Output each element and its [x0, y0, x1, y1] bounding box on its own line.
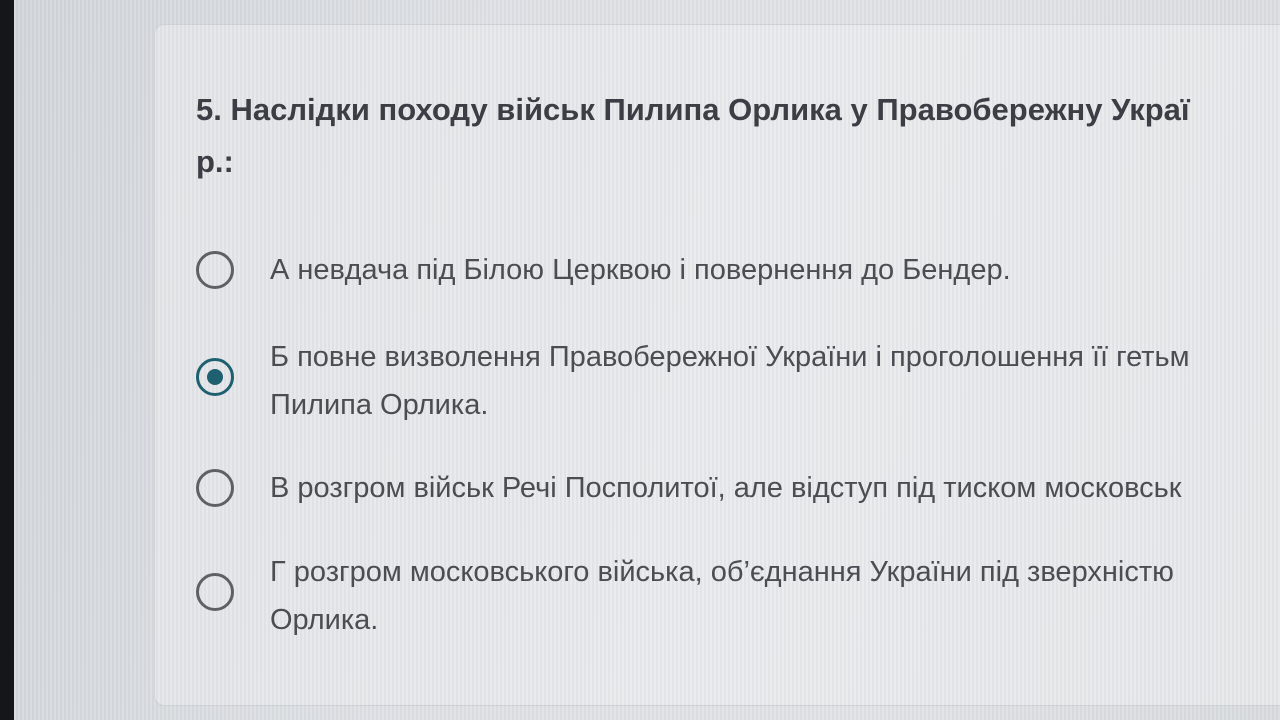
question-title: 5. Наслідки походу військ Пилипа Орлика … [196, 84, 1280, 188]
option-c[interactable]: В розгром військ Речі Посполитої, але ві… [196, 464, 1280, 554]
option-b-label[interactable]: Б повне визволення Правобережної України… [270, 333, 1190, 429]
radio-option-c[interactable] [196, 469, 234, 507]
option-a-label-line-1: А невдача під Білою Церквою і повернення… [270, 254, 1011, 286]
option-b-label-line-2: Пилипа Орлика. [270, 389, 489, 421]
option-d-label[interactable]: Г розгром московського війська, об’єднан… [270, 548, 1174, 644]
option-c-label-line-1: В розгром військ Речі Посполитої, але ві… [270, 472, 1182, 504]
option-a[interactable]: А невдача під Білою Церквою і повернення… [196, 246, 1280, 336]
option-c-label[interactable]: В розгром військ Речі Посполитої, але ві… [270, 464, 1181, 512]
option-d-label-line-1: Г розгром московського війська, об’єднан… [270, 556, 1174, 588]
question-title-line-1: 5. Наслідки походу військ Пилипа Орлика … [196, 92, 1190, 127]
option-b-label-line-1: Б повне визволення Правобережної України… [270, 341, 1190, 373]
radio-option-b[interactable] [196, 358, 234, 396]
option-b[interactable]: Б повне визволення Правобережної України… [196, 333, 1280, 423]
radio-option-a[interactable] [196, 251, 234, 289]
option-d[interactable]: Г розгром московського війська, об’єднан… [196, 548, 1280, 638]
radio-option-d[interactable] [196, 573, 234, 611]
option-d-label-line-2: Орлика. [270, 604, 379, 636]
question-title-line-2: р.: [196, 144, 234, 179]
option-a-label[interactable]: А невдача під Білою Церквою і повернення… [270, 246, 1011, 294]
